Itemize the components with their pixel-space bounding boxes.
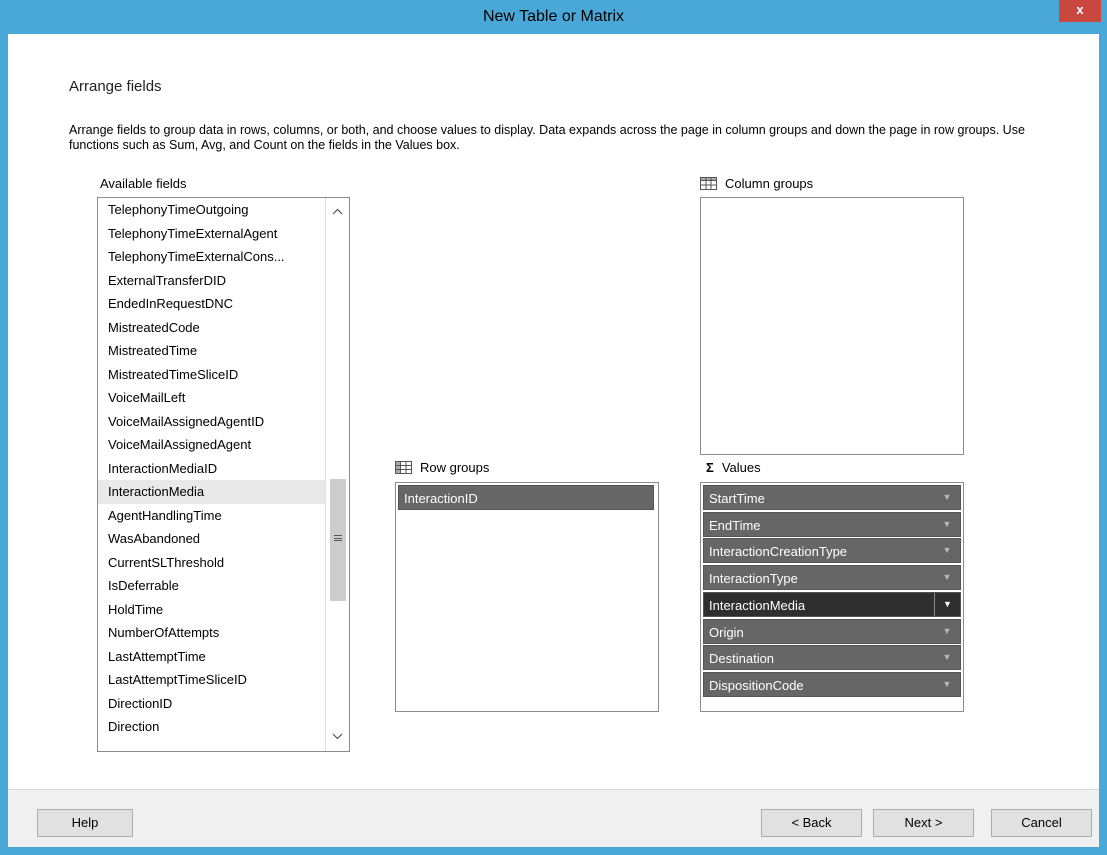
row-group-chip-label: InteractionID [404, 491, 478, 506]
close-button[interactable]: x [1059, 0, 1101, 22]
page-description: Arrange fields to group data in rows, co… [69, 123, 1025, 152]
available-fields-items: TelephonyTimeOutgoing TelephonyTimeExtern… [98, 198, 326, 739]
available-fields-list[interactable]: TelephonyTimeOutgoing TelephonyTimeExtern… [97, 197, 350, 752]
list-item[interactable]: TelephonyTimeOutgoing [98, 198, 326, 222]
list-item[interactable]: TelephonyTimeExternalAgent [98, 222, 326, 246]
row-groups-header: Row groups [395, 460, 489, 475]
list-item[interactable]: VoiceMailAssignedAgentID [98, 410, 326, 434]
dropdown-arrow-icon[interactable]: ▼ [934, 513, 960, 536]
row-groups-box[interactable]: InteractionID [395, 482, 659, 712]
dropdown-arrow-icon[interactable]: ▼ [934, 620, 960, 643]
list-item[interactable]: MistreatedCode [98, 316, 326, 340]
value-chip[interactable]: InteractionCreationType ▼ [703, 538, 961, 564]
list-item[interactable]: TelephonyTimeExternalCons... [98, 245, 326, 269]
list-item[interactable]: ExternalTransferDID [98, 269, 326, 293]
list-item[interactable]: VoiceMailLeft [98, 386, 326, 410]
value-chip-label: EndTime [709, 517, 761, 533]
window-title: New Table or Matrix [482, 8, 625, 25]
value-chip-label: Origin [709, 624, 744, 640]
value-chip-label: DispositionCode [709, 677, 804, 693]
value-chip[interactable]: Origin ▼ [703, 618, 961, 644]
vertical-scrollbar[interactable] [325, 198, 349, 751]
value-chip[interactable]: Destination ▼ [703, 645, 961, 671]
row-groups-label: Row groups [420, 460, 490, 475]
list-item[interactable]: MistreatedTime [98, 339, 326, 363]
value-chip-label: InteractionType [709, 571, 798, 587]
list-item[interactable]: EndedInRequestDNC [98, 292, 326, 316]
values-box[interactable]: StartTime ▼ EndTime ▼ InteractionCreationTyp… [700, 482, 964, 712]
list-item[interactable]: InteractionMediaID [98, 457, 326, 481]
list-item[interactable]: HoldTime [98, 598, 326, 622]
title-bar: New Table or Matrix x [0, 0, 1107, 34]
cancel-button[interactable]: Cancel [991, 809, 1092, 837]
list-item[interactable]: MistreatedTimeSliceID [98, 363, 326, 387]
page-heading: Arrange fields [69, 78, 162, 95]
dropdown-arrow-icon[interactable]: ▼ [934, 566, 960, 589]
scroll-grip-icon [334, 535, 342, 541]
sigma-icon: Σ [706, 460, 714, 475]
value-chip[interactable]: EndTime ▼ [703, 511, 961, 537]
back-button[interactable]: < Back [761, 809, 862, 837]
values-header: Σ Values [706, 460, 761, 475]
list-item[interactable]: LastAttemptTime [98, 645, 326, 669]
value-chip-label: Destination [709, 651, 775, 667]
column-groups-grid-icon [700, 177, 717, 190]
column-groups-label: Column groups [725, 176, 814, 191]
scrollbar-thumb[interactable] [330, 479, 346, 601]
button-bar: Help < Back Next > Cancel [8, 789, 1099, 847]
list-item[interactable]: CurrentSLThreshold [98, 551, 326, 575]
column-groups-box[interactable] [700, 197, 964, 455]
list-item[interactable]: Direction [98, 715, 326, 739]
scroll-up-arrow-icon[interactable] [326, 202, 349, 222]
available-fields-label: Available fields [100, 176, 187, 191]
list-item[interactable]: LastAttemptTimeSliceID [98, 668, 326, 692]
list-item[interactable]: IsDeferrable [98, 574, 326, 598]
column-groups-header: Column groups [700, 176, 813, 191]
value-chip[interactable]: StartTime ▼ [703, 485, 961, 510]
row-groups-grid-icon [395, 461, 412, 474]
value-chip[interactable]: InteractionMedia ▼ [703, 591, 961, 617]
value-chip-label: InteractionCreationType [709, 544, 848, 560]
scroll-down-arrow-icon[interactable] [326, 727, 349, 747]
row-group-chip[interactable]: InteractionID [398, 485, 654, 510]
value-chip-label: StartTime [709, 491, 765, 506]
help-button[interactable]: Help [37, 809, 133, 837]
dropdown-arrow-icon[interactable]: ▼ [934, 486, 960, 509]
dropdown-arrow-icon[interactable]: ▼ [934, 673, 960, 696]
value-chip[interactable]: InteractionType ▼ [703, 565, 961, 591]
list-item[interactable]: AgentHandlingTime [98, 504, 326, 528]
value-chip[interactable]: DispositionCode ▼ [703, 671, 961, 697]
list-item[interactable]: VoiceMailAssignedAgent [98, 433, 326, 457]
value-chip-label: InteractionMedia [709, 597, 806, 613]
next-button[interactable]: Next > [873, 809, 974, 837]
list-item[interactable]: WasAbandoned [98, 527, 326, 551]
dropdown-arrow-icon[interactable]: ▼ [934, 646, 960, 669]
list-item[interactable]: InteractionMedia [98, 480, 326, 504]
list-item[interactable]: DirectionID [98, 692, 326, 716]
values-label: Values [721, 460, 761, 475]
dropdown-arrow-icon[interactable]: ▼ [934, 539, 960, 562]
list-item[interactable]: NumberOfAttempts [98, 621, 326, 645]
dropdown-arrow-icon[interactable]: ▼ [934, 592, 960, 616]
